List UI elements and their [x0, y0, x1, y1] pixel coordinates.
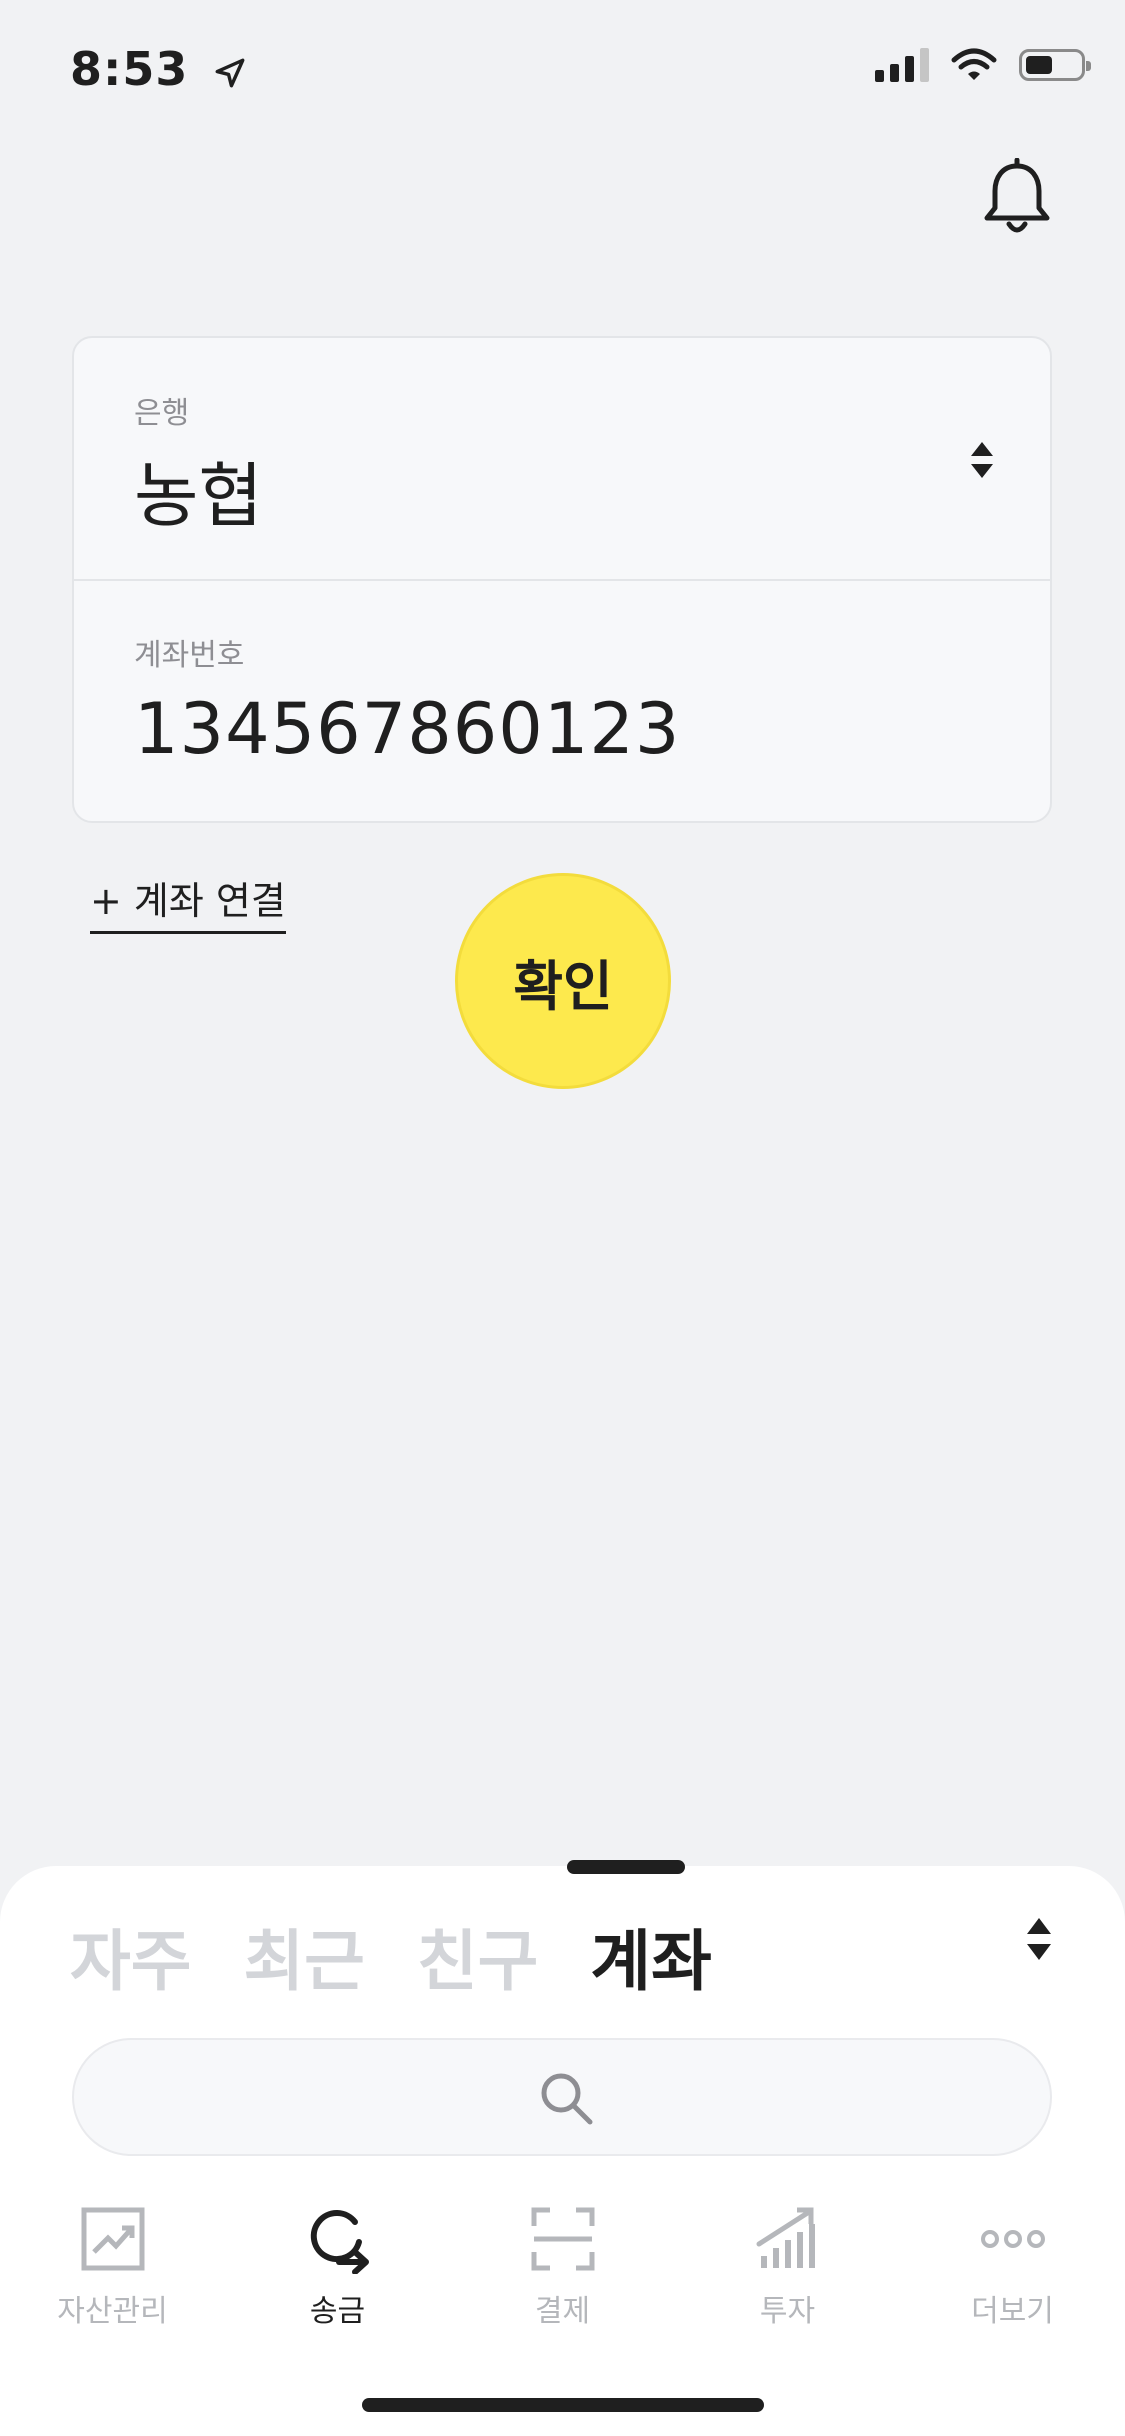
cellular-signal-icon [875, 48, 929, 82]
recipient-bottom-sheet: 자주 최근 친구 계좌 자산관리 송금 결제 투자 더보기 [0, 1860, 1125, 2436]
nav-label-payment: 결제 [534, 2294, 591, 2329]
status-time-text: 8:53 [70, 42, 189, 96]
home-indicator [362, 2398, 764, 2412]
location-arrow-icon [215, 58, 245, 87]
search-input[interactable] [72, 2038, 1052, 2156]
tab-recent[interactable]: 최근 [243, 1908, 364, 2004]
tab-friends[interactable]: 친구 [417, 1908, 538, 2004]
bank-label: 은행 [134, 396, 190, 431]
battery-icon [1019, 49, 1091, 81]
nav-label-asset: 자산관리 [57, 2294, 168, 2329]
status-time: 8:53 [70, 42, 247, 96]
nav-asset-management[interactable]: 자산관리 [0, 2204, 225, 2330]
bank-select[interactable]: 은행 농협 [74, 338, 1050, 581]
recipient-tabs: 자주 최근 친구 계좌 [70, 1908, 712, 2004]
tab-frequent[interactable]: 자주 [70, 1908, 191, 2004]
confirm-button[interactable]: 확인 [455, 873, 671, 1089]
tab-account[interactable]: 계좌 [590, 1908, 711, 2004]
account-number-label: 계좌번호 [134, 638, 245, 673]
search-icon [541, 2073, 593, 2125]
bank-value: 농협 [134, 455, 263, 537]
nav-transfer[interactable]: 송금 [225, 2204, 450, 2330]
sort-updown-icon[interactable] [1024, 1914, 1054, 1964]
bell-icon[interactable] [980, 158, 1054, 238]
nav-label-transfer: 송금 [309, 2294, 366, 2329]
invest-icon [756, 2207, 815, 2268]
sheet-drag-handle[interactable] [567, 1860, 685, 1874]
more-dots-icon [980, 2230, 1045, 2248]
nav-more[interactable]: 더보기 [900, 2204, 1125, 2330]
nav-label-more: 더보기 [971, 2294, 1054, 2329]
nav-payment[interactable]: 결제 [450, 2204, 675, 2330]
connect-account-link[interactable]: + 계좌 연결 [90, 870, 286, 934]
wifi-icon [951, 48, 997, 80]
nav-invest[interactable]: 투자 [675, 2204, 900, 2330]
bottom-tab-bar: 자산관리 송금 결제 투자 더보기 [0, 2204, 1125, 2364]
status-indicators [875, 48, 1091, 82]
scan-icon [531, 2207, 594, 2271]
select-updown-icon [971, 442, 993, 478]
asset-chart-icon [81, 2207, 144, 2271]
account-form-card: 은행 농협 계좌번호 134567860123 [72, 336, 1052, 823]
transfer-icon [310, 2210, 369, 2274]
account-number-field[interactable]: 134567860123 [134, 688, 680, 770]
nav-label-invest: 투자 [759, 2294, 816, 2329]
